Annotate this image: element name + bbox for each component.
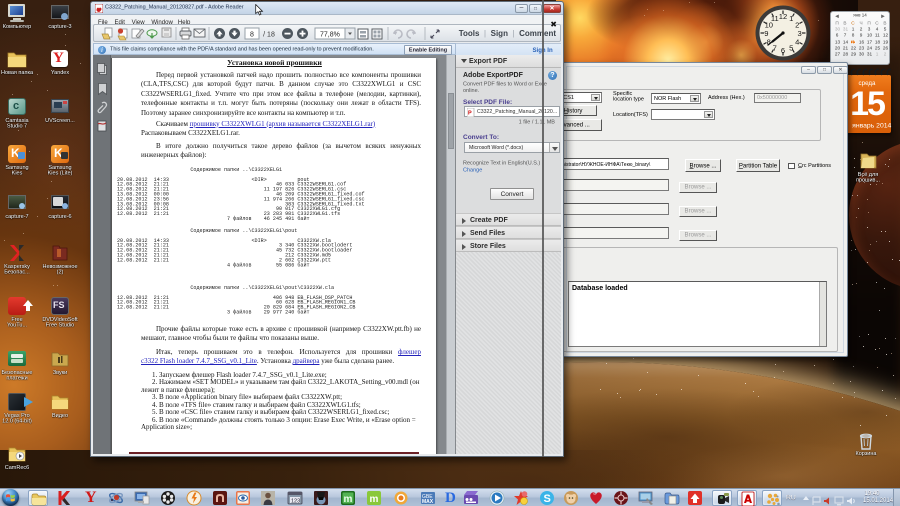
svg-text:12: 12: [779, 12, 787, 21]
svg-text:1: 1: [789, 14, 793, 23]
svg-text:77,8%: 77,8%: [320, 32, 340, 39]
svg-text:6: 6: [781, 46, 785, 55]
svg-text:m: m: [344, 494, 353, 505]
svg-text:11: 11: [771, 14, 779, 23]
svg-text:4: 4: [795, 37, 799, 46]
svg-text:123: 123: [291, 499, 300, 505]
svg-text:8: 8: [250, 32, 254, 39]
svg-text:MAX: MAX: [422, 499, 434, 505]
svg-text:5: 5: [789, 44, 793, 53]
svg-text:P: P: [468, 111, 472, 117]
svg-text:7: 7: [773, 44, 777, 53]
svg-text:9: 9: [764, 29, 768, 38]
svg-text:S: S: [544, 493, 551, 505]
svg-text:/ 18: / 18: [263, 32, 275, 39]
svg-text:m: m: [370, 494, 379, 505]
